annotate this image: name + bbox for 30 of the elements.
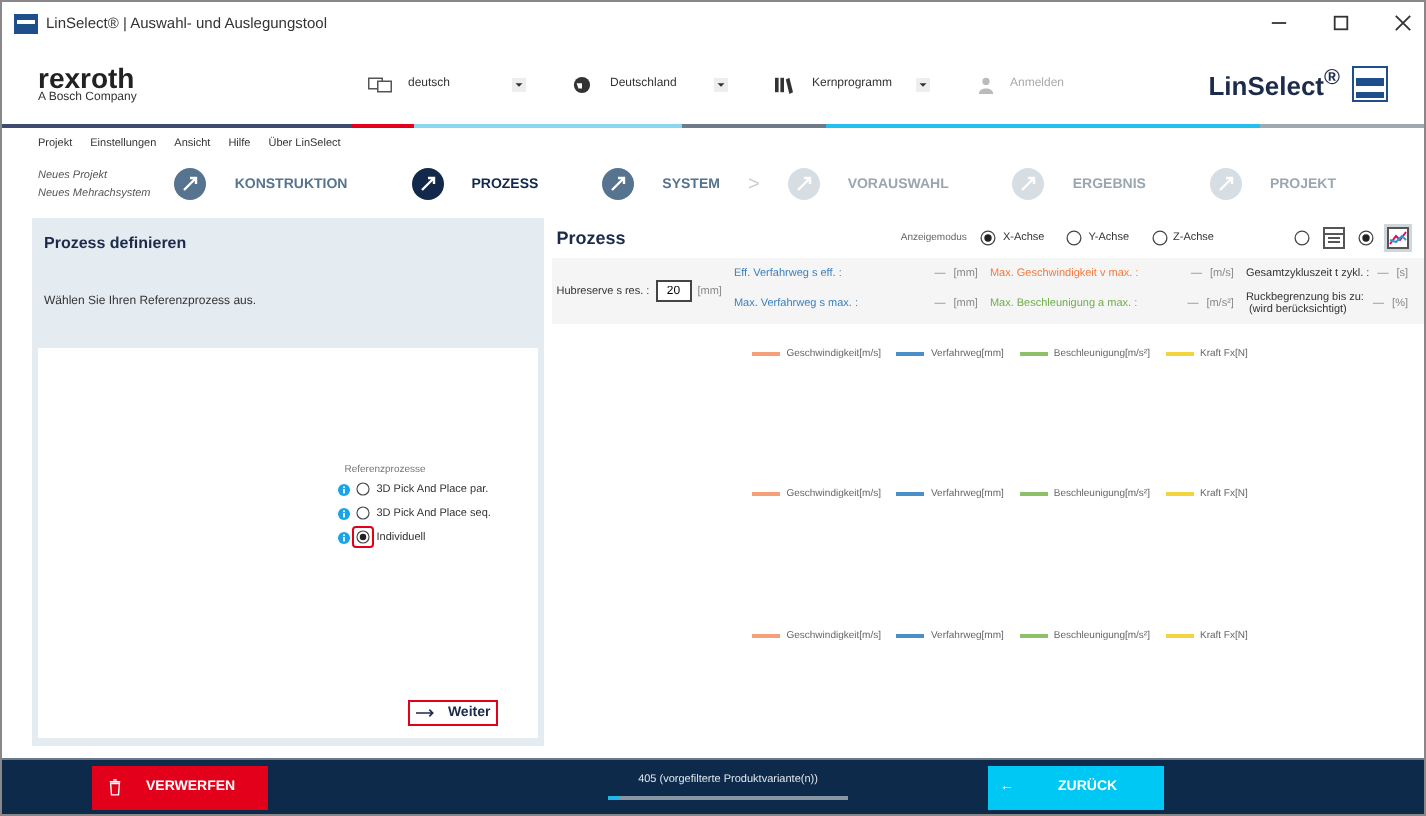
radio-button[interactable]	[1151, 230, 1168, 246]
user-icon	[974, 75, 998, 93]
radio-button[interactable]	[1294, 230, 1310, 246]
step-icon[interactable]	[411, 168, 444, 200]
radio-button[interactable]	[980, 230, 997, 246]
info-icon[interactable]	[338, 507, 351, 519]
panel-title: Prozess	[556, 228, 626, 248]
radio-button[interactable]	[356, 482, 371, 496]
chart-icon[interactable]	[1384, 224, 1412, 252]
product-icon	[1352, 66, 1388, 102]
radio-button[interactable]	[1358, 230, 1374, 246]
dropdown-caret-icon[interactable]	[512, 77, 526, 91]
arrow-icon	[415, 708, 436, 718]
step-arrow: >	[747, 173, 760, 195]
dropdown-caret-icon[interactable]	[714, 77, 728, 91]
translate-icon	[368, 75, 392, 93]
app-icon	[14, 13, 38, 33]
books-icon	[772, 75, 796, 93]
radio-button[interactable]	[356, 506, 371, 520]
info-icon[interactable]	[338, 483, 351, 495]
dropdown-caret-icon[interactable]	[916, 77, 930, 91]
maximize-icon[interactable]	[1332, 14, 1350, 32]
radio-button[interactable]	[1066, 230, 1083, 246]
brand-logo: rexroth	[38, 64, 135, 92]
table-icon[interactable]	[1320, 224, 1348, 252]
product-logo: LinSelect$^{®}$	[1208, 66, 1340, 102]
trash-icon	[108, 778, 122, 796]
panel-title: Prozess definieren	[44, 234, 189, 252]
info-icon[interactable]	[338, 531, 351, 543]
close-icon[interactable]	[1394, 14, 1412, 32]
